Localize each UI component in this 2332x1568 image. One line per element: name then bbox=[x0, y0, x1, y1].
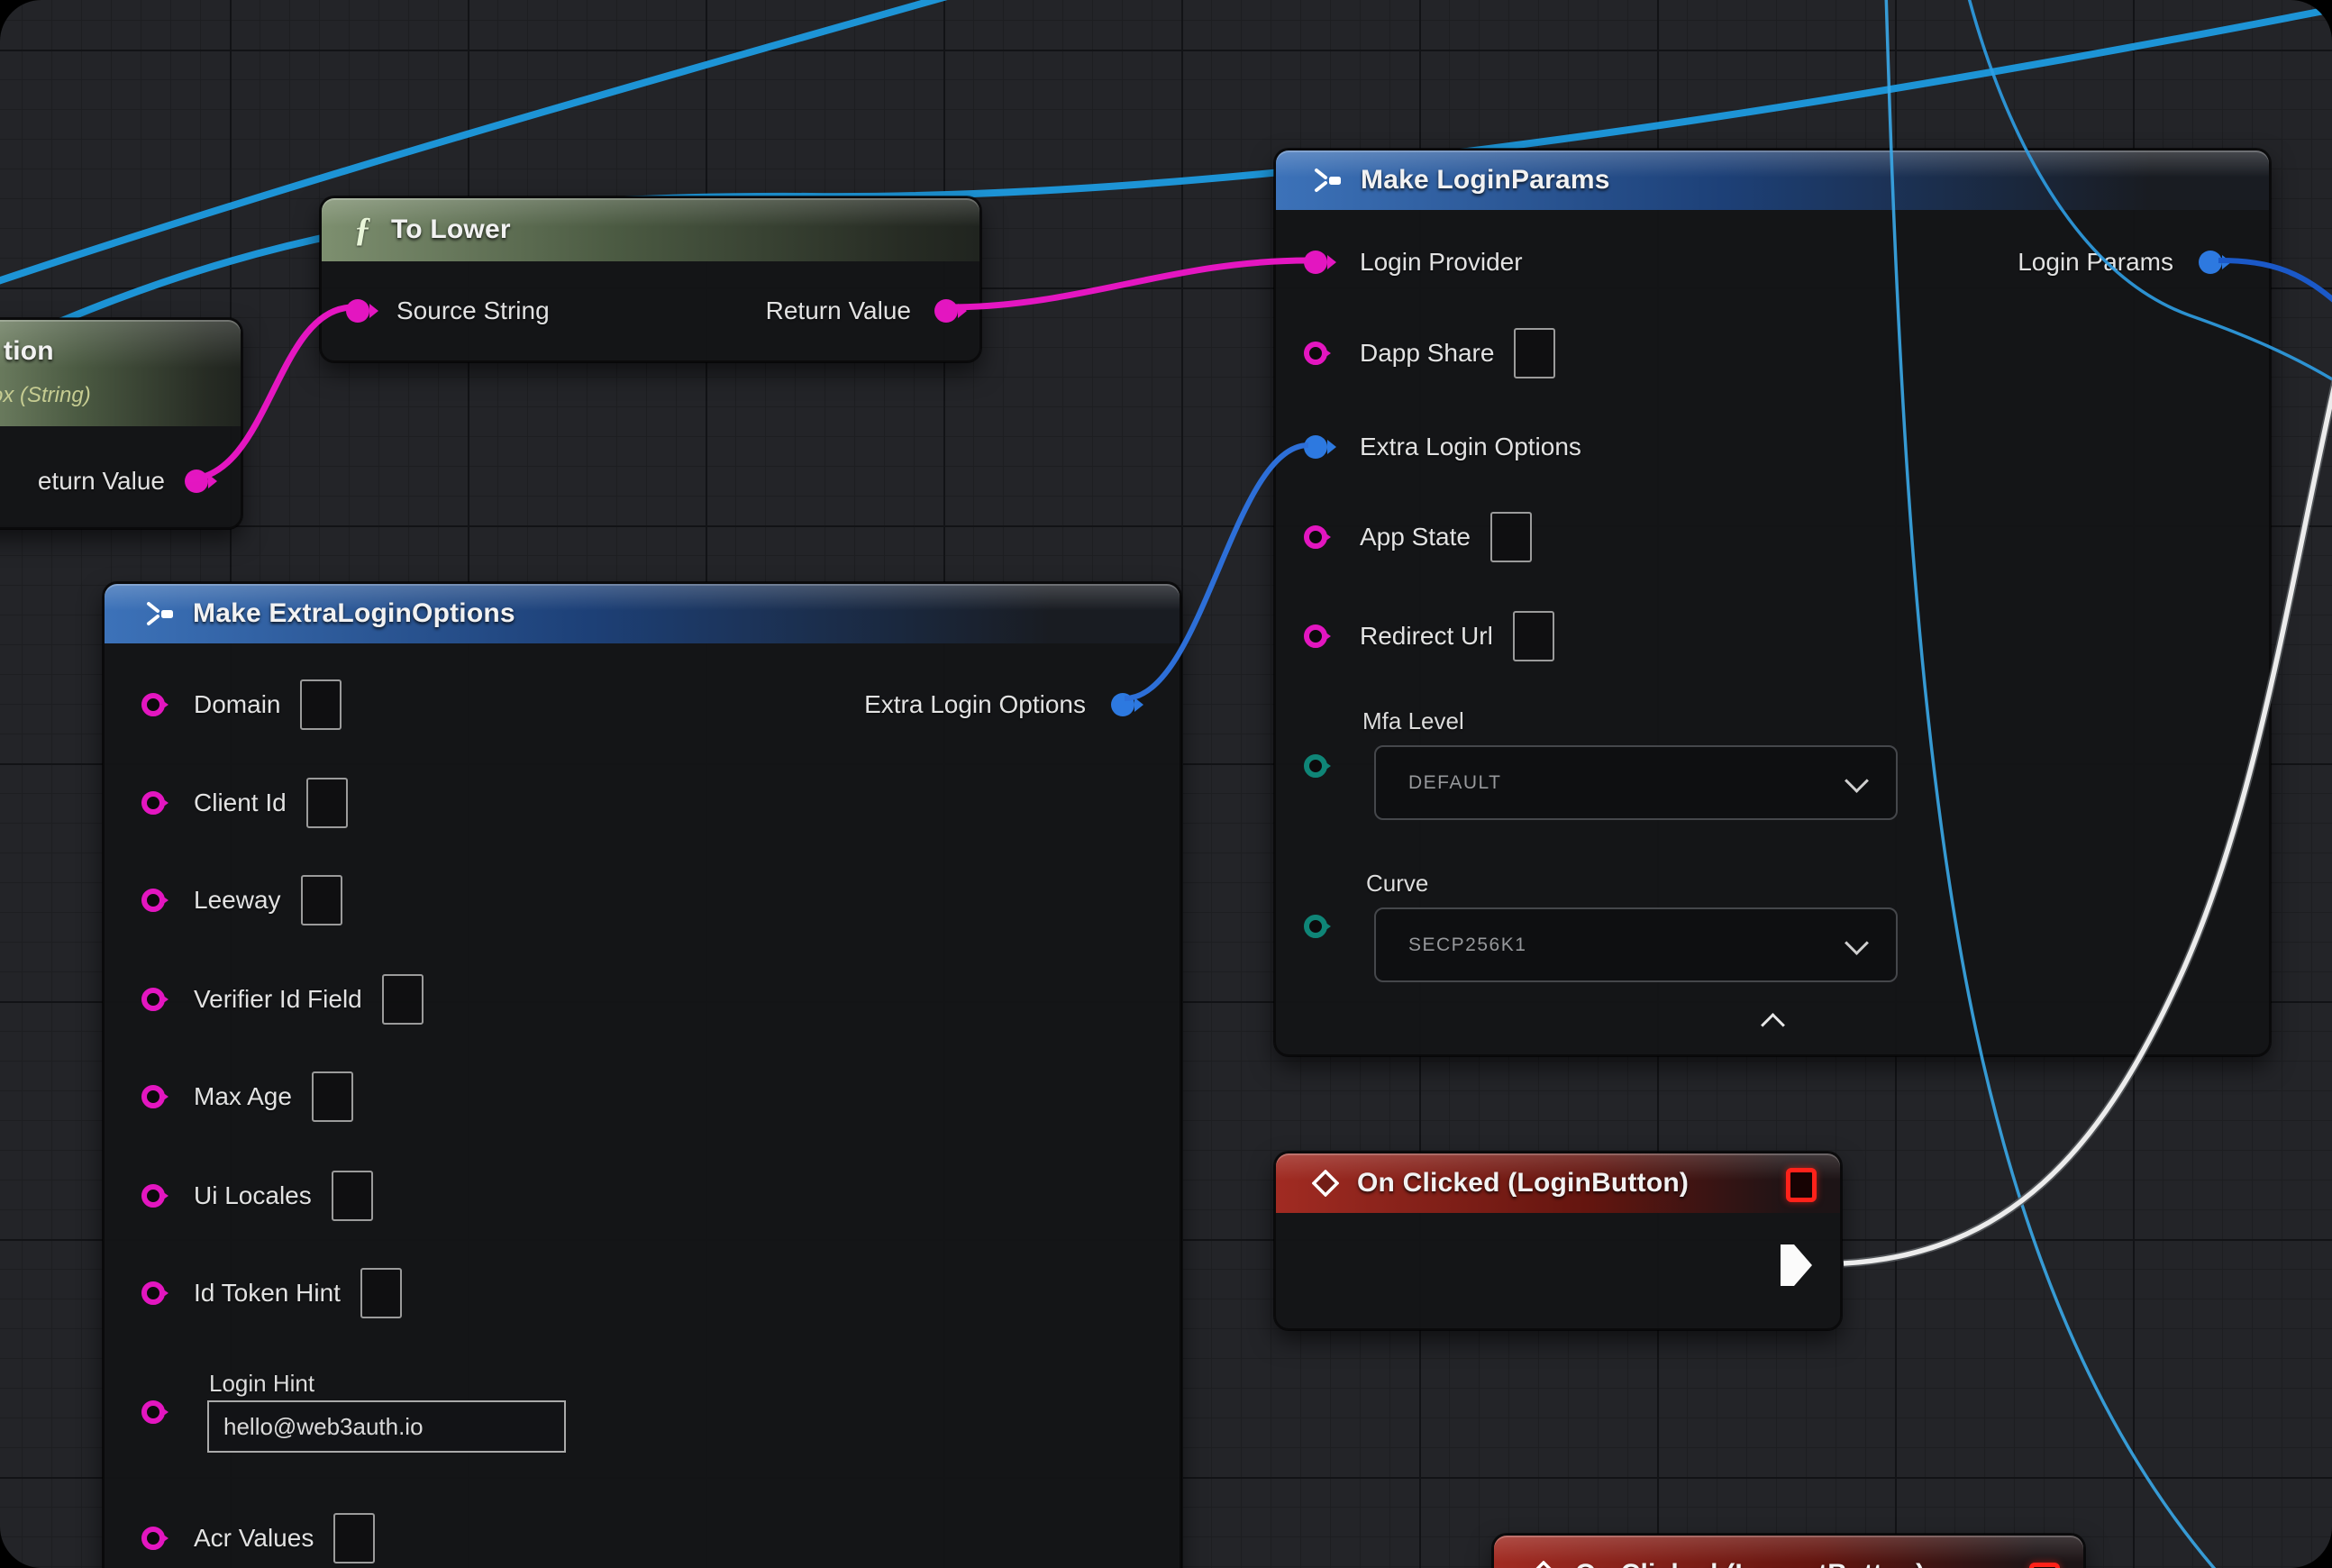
curve-label: Curve bbox=[1366, 870, 1428, 898]
ui-locales-value-box[interactable] bbox=[332, 1171, 373, 1221]
node-make-login-params[interactable]: Make LoginParams Login Params Login Prov… bbox=[1274, 149, 2271, 1056]
pin-label: eturn Value bbox=[38, 467, 165, 496]
mfa-level-label: Mfa Level bbox=[1362, 707, 1464, 735]
node-header[interactable]: Make ExtraLoginOptions bbox=[105, 584, 1180, 643]
event-diamond-icon bbox=[1530, 1561, 1557, 1568]
pin-leeway-in[interactable] bbox=[141, 889, 165, 912]
node-header[interactable]: On Clicked (LogoutButton) bbox=[1494, 1536, 2083, 1568]
mfa-level-value: DEFAULT bbox=[1408, 772, 1501, 794]
node-title: On Clicked (LoginButton) bbox=[1357, 1168, 1689, 1199]
pin-label: Dapp Share bbox=[1360, 339, 1494, 368]
dapp-share-value-box[interactable] bbox=[1514, 328, 1555, 378]
node-header[interactable]: tion ox (String) bbox=[0, 320, 241, 426]
id-token-hint-value-box[interactable] bbox=[360, 1268, 402, 1318]
pin-mfa-level-in[interactable] bbox=[1304, 754, 1327, 778]
pin-return-value-out[interactable] bbox=[934, 299, 958, 323]
mfa-level-dropdown[interactable]: DEFAULT bbox=[1374, 745, 1898, 820]
node-header[interactable]: Make LoginParams bbox=[1276, 150, 2269, 210]
node-title: Make ExtraLoginOptions bbox=[193, 598, 515, 629]
chevron-up-icon bbox=[1761, 1013, 1785, 1037]
pin-label: Source String bbox=[396, 296, 550, 325]
pin-ui-locales-in[interactable] bbox=[141, 1184, 165, 1208]
node-title: To Lower bbox=[391, 214, 511, 245]
curve-dropdown[interactable]: SECP256K1 bbox=[1374, 907, 1898, 982]
pin-source-string-in[interactable] bbox=[346, 299, 369, 323]
function-icon: ƒ bbox=[354, 210, 371, 250]
widget-event-icon bbox=[2029, 1563, 2060, 1568]
pin-label: Leeway bbox=[194, 886, 281, 915]
pin-return-value-out[interactable] bbox=[185, 469, 208, 493]
pin-redirect-url-in[interactable] bbox=[1304, 624, 1327, 648]
client-id-value-box[interactable] bbox=[306, 778, 348, 828]
pin-label: Extra Login Options bbox=[1360, 433, 1581, 461]
verifier-id-field-value-box[interactable] bbox=[382, 974, 424, 1025]
pin-domain-in[interactable] bbox=[141, 693, 165, 716]
node-title: Make LoginParams bbox=[1361, 165, 1610, 196]
blueprint-canvas[interactable]: tion ox (String) eturn Value ƒ To Lower … bbox=[0, 0, 2332, 1568]
pin-label: Ui Locales bbox=[194, 1181, 312, 1210]
pin-verifier-id-field-in[interactable] bbox=[141, 988, 165, 1011]
node-title: On Clicked (LogoutButton) bbox=[1575, 1559, 1925, 1568]
node-title: tion bbox=[4, 336, 54, 367]
pin-client-id-in[interactable] bbox=[141, 791, 165, 815]
pin-extra-login-options-in[interactable] bbox=[1304, 435, 1327, 459]
redirect-url-value-box[interactable] bbox=[1513, 611, 1554, 661]
pin-label: Return Value bbox=[766, 296, 911, 325]
pin-label: Redirect Url bbox=[1360, 622, 1493, 651]
domain-value-box[interactable] bbox=[300, 679, 342, 730]
pin-label: Domain bbox=[194, 690, 280, 719]
node-on-clicked-login-button[interactable]: On Clicked (LoginButton) bbox=[1274, 1152, 1842, 1330]
curve-value: SECP256K1 bbox=[1408, 934, 1526, 956]
pin-label: Id Token Hint bbox=[194, 1279, 341, 1308]
node-subtitle: ox (String) bbox=[0, 383, 91, 408]
pin-login-provider-in[interactable] bbox=[1304, 251, 1327, 274]
node-to-lower[interactable]: ƒ To Lower Source String Return Value bbox=[320, 196, 981, 362]
node-make-extra-login-options[interactable]: Make ExtraLoginOptions Extra Login Optio… bbox=[103, 582, 1181, 1568]
pin-label: Verifier Id Field bbox=[194, 985, 362, 1014]
pin-max-age-in[interactable] bbox=[141, 1085, 165, 1108]
max-age-value-box[interactable] bbox=[312, 1071, 353, 1122]
chevron-down-icon bbox=[1845, 931, 1869, 955]
app-state-value-box[interactable] bbox=[1490, 512, 1532, 562]
login-hint-label: Login Hint bbox=[209, 1370, 314, 1398]
node-textbox-partial[interactable]: tion ox (String) eturn Value bbox=[0, 318, 242, 529]
event-diamond-icon bbox=[1312, 1170, 1339, 1197]
leeway-value-box[interactable] bbox=[301, 875, 342, 925]
pin-login-hint-in[interactable] bbox=[141, 1400, 165, 1424]
make-struct-icon bbox=[1312, 167, 1344, 194]
make-struct-icon bbox=[144, 600, 177, 627]
pin-label: Login Provider bbox=[1360, 248, 1523, 277]
pin-label: Max Age bbox=[194, 1082, 292, 1111]
chevron-down-icon bbox=[1845, 769, 1869, 793]
pin-label: Acr Values bbox=[194, 1524, 314, 1553]
pin-curve-in[interactable] bbox=[1304, 915, 1327, 938]
collapse-node-button[interactable] bbox=[1754, 1014, 1790, 1037]
login-hint-input[interactable]: hello@web3auth.io bbox=[207, 1400, 566, 1453]
node-on-clicked-logout-button[interactable]: On Clicked (LogoutButton) bbox=[1492, 1534, 2085, 1568]
pin-dapp-share-in[interactable] bbox=[1304, 342, 1327, 365]
pin-id-token-hint-in[interactable] bbox=[141, 1281, 165, 1305]
wire-string-tolower-to-loginprovider[interactable] bbox=[948, 260, 1308, 307]
node-header[interactable]: On Clicked (LoginButton) bbox=[1276, 1153, 1840, 1213]
widget-event-icon bbox=[1786, 1168, 1817, 1202]
acr-values-value-box[interactable] bbox=[333, 1513, 375, 1563]
pin-app-state-in[interactable] bbox=[1304, 525, 1327, 549]
pin-exec-out[interactable] bbox=[1781, 1244, 1813, 1287]
pin-label: Client Id bbox=[194, 789, 287, 817]
pin-label: App State bbox=[1360, 523, 1471, 552]
node-header[interactable]: ƒ To Lower bbox=[322, 198, 979, 261]
pin-acr-values-in[interactable] bbox=[141, 1527, 165, 1550]
